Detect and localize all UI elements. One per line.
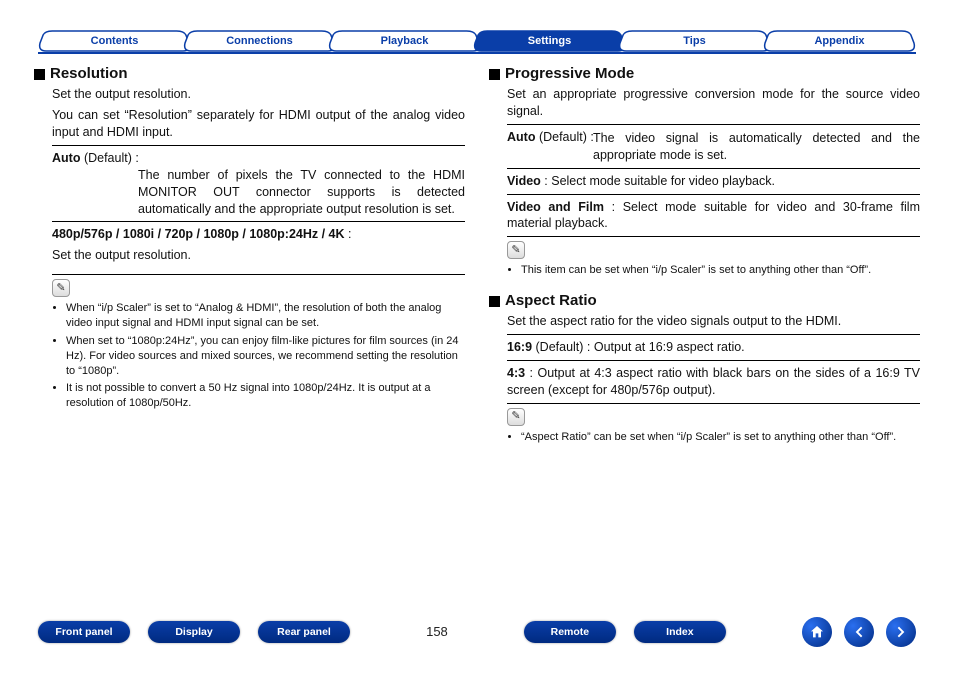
desc-modes: Set the output resolution.: [52, 247, 465, 264]
note-item: This item can be set when “i/p Scaler” i…: [521, 263, 920, 278]
progressive-intro: Set an appropriate progressive conversio…: [507, 86, 920, 120]
tab-label: Connections: [226, 34, 293, 49]
tab-label: Tips: [683, 34, 705, 49]
aspect-intro: Set the aspect ratio for the video signa…: [507, 313, 920, 330]
prev-arrow-icon[interactable]: [844, 617, 874, 647]
desc-auto: The number of pixels the TV connected to…: [52, 167, 465, 218]
resolution-intro1: Set the output resolution.: [52, 86, 465, 103]
tab-label: Settings: [528, 34, 571, 49]
heading-progressive: Progressive Mode: [489, 64, 920, 84]
tab-contents[interactable]: Contents: [38, 30, 191, 52]
pencil-icon: ✎: [52, 279, 70, 297]
tab-label: Contents: [91, 34, 139, 49]
note-item: When “i/p Scaler” is set to “Analog & HD…: [66, 301, 465, 331]
top-tabs: Contents Connections Playback Settings T…: [38, 30, 916, 54]
def-169: 16:9 (Default) : Output at 16:9 aspect r…: [507, 334, 920, 361]
home-icon[interactable]: [802, 617, 832, 647]
tab-tips[interactable]: Tips: [618, 30, 771, 52]
tab-appendix[interactable]: Appendix: [763, 30, 916, 52]
pencil-icon: ✎: [507, 241, 525, 259]
heading-aspect: Aspect Ratio: [489, 291, 920, 311]
note-item: It is not possible to convert a 50 Hz si…: [66, 381, 465, 411]
pill-rear-panel[interactable]: Rear panel: [258, 621, 350, 643]
def-43: 4:3 : Output at 4:3 aspect ratio with bl…: [507, 361, 920, 404]
desc: : Output at 4:3 aspect ratio with black …: [507, 366, 920, 397]
tab-connections[interactable]: Connections: [183, 30, 336, 52]
pill-remote[interactable]: Remote: [524, 621, 616, 643]
def-prog-video: Video : Select mode suitable for video p…: [507, 169, 920, 195]
term: 4:3: [507, 366, 525, 380]
right-column: Progressive Mode Set an appropriate prog…: [489, 64, 920, 448]
term-modes: 480p/576p / 1080i / 720p / 1080p / 1080p…: [52, 227, 345, 241]
desc: Output at 16:9 aspect ratio.: [594, 340, 745, 354]
pill-index[interactable]: Index: [634, 621, 726, 643]
def-modes: 480p/576p / 1080i / 720p / 1080p / 1080p…: [52, 222, 465, 275]
def-auto: Auto (Default) : The number of pixels th…: [52, 145, 465, 223]
def-prog-vf: Video and Film : Select mode suitable fo…: [507, 195, 920, 238]
tab-playback[interactable]: Playback: [328, 30, 481, 52]
heading-resolution: Resolution: [34, 64, 465, 84]
def-prog-auto: Auto (Default) : The video signal is aut…: [507, 124, 920, 169]
resolution-notes: When “i/p Scaler” is set to “Analog & HD…: [52, 301, 465, 411]
tab-label: Playback: [381, 34, 429, 49]
aspect-notes: “Aspect Ratio” can be set when “i/p Scal…: [507, 430, 920, 445]
pill-display[interactable]: Display: [148, 621, 240, 643]
progressive-notes: This item can be set when “i/p Scaler” i…: [507, 263, 920, 278]
term: Auto: [507, 130, 535, 144]
note-item: When set to “1080p:24Hz”, you can enjoy …: [66, 334, 465, 379]
pill-front-panel[interactable]: Front panel: [38, 621, 130, 643]
pencil-icon: ✎: [507, 408, 525, 426]
term-auto: Auto: [52, 151, 80, 165]
desc: : Select mode suitable for video playbac…: [541, 174, 775, 188]
term: Video: [507, 174, 541, 188]
tab-label: Appendix: [814, 34, 864, 49]
note-item: “Aspect Ratio” can be set when “i/p Scal…: [521, 430, 920, 445]
page-number: 158: [426, 623, 448, 641]
term: Video and Film: [507, 200, 604, 214]
tab-settings[interactable]: Settings: [473, 30, 626, 52]
bottom-nav: Front panel Display Rear panel 158 Remot…: [38, 617, 916, 647]
resolution-intro2: You can set “Resolution” separately for …: [52, 107, 465, 141]
term: 16:9: [507, 340, 532, 354]
left-column: Resolution Set the output resolution. Yo…: [34, 64, 465, 448]
next-arrow-icon[interactable]: [886, 617, 916, 647]
